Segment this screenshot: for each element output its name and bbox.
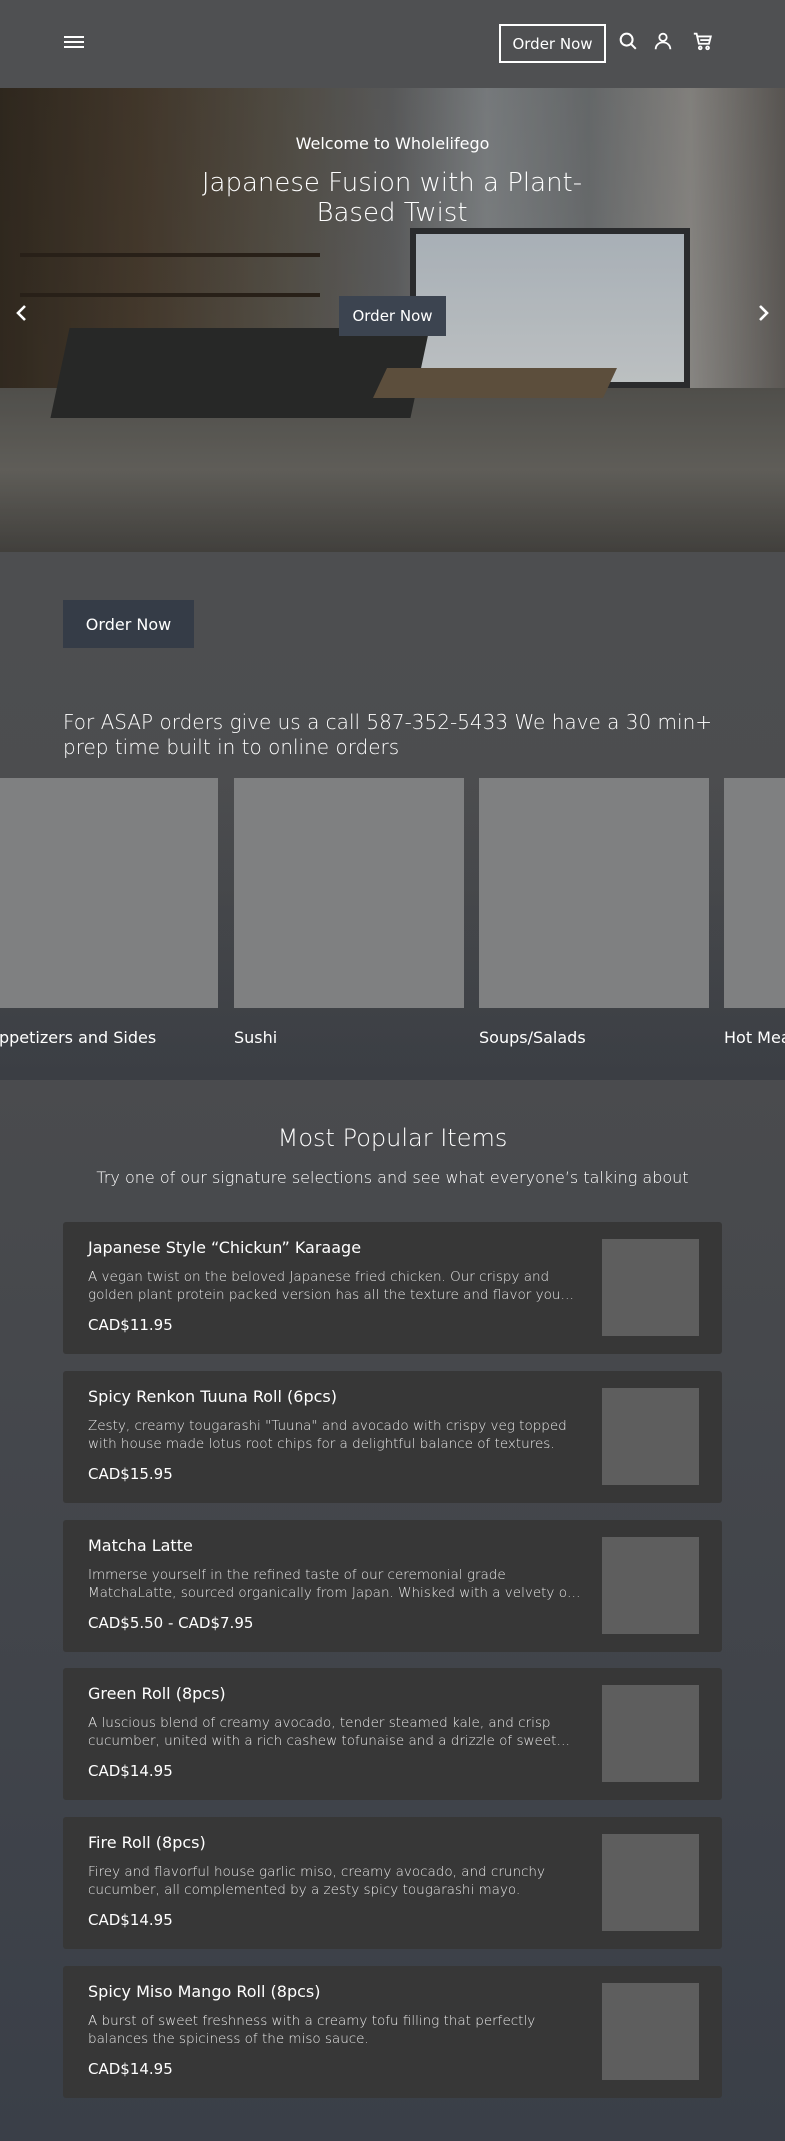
category-image-placeholder — [234, 778, 464, 1008]
category-label: Hot Meals — [724, 1028, 785, 1047]
item-price: CAD$14.95 — [88, 1762, 173, 1780]
item-description: Firey and flavorful house garlic miso, c… — [88, 1864, 545, 1898]
item-description: A luscious blend of creamy avocado, tend… — [88, 1715, 557, 1749]
item-price: CAD$14.95 — [88, 1911, 173, 1929]
order-now-button[interactable]: Order Now — [63, 600, 194, 648]
item-description: A vegan twist on the beloved Japanese fr… — [88, 1269, 561, 1303]
item-image-placeholder — [602, 1983, 699, 2080]
item-name: Fire Roll (8pcs) — [88, 1833, 206, 1852]
item-image-placeholder — [602, 1834, 699, 1931]
asap-call-notice: For ASAP orders give us a call 587-352-5… — [63, 710, 713, 759]
menu-icon[interactable] — [64, 34, 84, 50]
header-order-now-button[interactable]: Order Now — [499, 24, 606, 63]
category-carousel: Appetizers and Sides Sushi Soups/Salads … — [0, 778, 785, 1080]
chevron-right-icon[interactable] — [751, 301, 775, 325]
popular-item-card[interactable]: Spicy Miso Mango Roll (8pcs) A burst of … — [63, 1966, 722, 2098]
site-header: Order Now — [0, 0, 785, 88]
item-image-placeholder — [602, 1685, 699, 1782]
category-label: Sushi — [234, 1028, 278, 1047]
popular-item-card[interactable]: Green Roll (8pcs) A luscious blend of cr… — [63, 1668, 722, 1800]
item-price: CAD$15.95 — [88, 1465, 173, 1483]
item-description: A burst of sweet freshness with a creamy… — [88, 2013, 536, 2047]
item-price: CAD$11.95 — [88, 1316, 173, 1334]
item-price: CAD$14.95 — [88, 2060, 173, 2078]
category-card-soups-salads[interactable]: Soups/Salads — [479, 778, 709, 1058]
item-description: Zesty, creamy tougarashi "Tuuna" and avo… — [88, 1418, 567, 1452]
hero-order-now-button[interactable]: Order Now — [339, 296, 446, 336]
item-name: Matcha Latte — [88, 1536, 193, 1555]
item-name: Green Roll (8pcs) — [88, 1684, 226, 1703]
cart-icon[interactable] — [692, 30, 714, 52]
popular-item-card[interactable]: Matcha Latte Immerse yourself in the ref… — [63, 1520, 722, 1652]
item-price: CAD$5.50 - CAD$7.95 — [88, 1614, 254, 1632]
popular-item-card[interactable]: Fire Roll (8pcs) Firey and flavorful hou… — [63, 1817, 722, 1949]
search-icon[interactable] — [617, 30, 639, 52]
popular-item-card[interactable]: Spicy Renkon Tuuna Roll (6pcs) Zesty, cr… — [63, 1371, 722, 1503]
category-image-placeholder — [0, 778, 218, 1008]
user-icon[interactable] — [652, 30, 674, 52]
item-name: Spicy Miso Mango Roll (8pcs) — [88, 1982, 321, 2001]
category-card-appetizers[interactable]: Appetizers and Sides — [0, 778, 218, 1058]
item-name: Japanese Style “Chickun” Karaage — [88, 1238, 362, 1257]
hero-title: Japanese Fusion with a Plant-Based Twist — [201, 168, 583, 228]
item-name: Spicy Renkon Tuuna Roll (6pcs) — [88, 1387, 337, 1406]
popular-section-title: Most Popular Items — [277, 1124, 508, 1152]
item-image-placeholder — [602, 1388, 699, 1485]
category-label: Soups/Salads — [479, 1028, 586, 1047]
category-card-sushi[interactable]: Sushi — [234, 778, 464, 1058]
hero-welcome-text: Welcome to Wholelifego — [295, 134, 490, 153]
item-image-placeholder — [602, 1537, 699, 1634]
popular-section-subtitle: Try one of our signature selections and … — [96, 1168, 689, 1187]
item-description: Immerse yourself in the refined taste of… — [88, 1567, 581, 1601]
popular-item-card[interactable]: Japanese Style “Chickun” Karaage A vegan… — [63, 1222, 722, 1354]
category-label: Appetizers and Sides — [0, 1028, 157, 1047]
category-image-placeholder — [479, 778, 709, 1008]
category-card-hot-meals[interactable]: Hot Meals — [724, 778, 785, 1058]
item-image-placeholder — [602, 1239, 699, 1336]
hero-banner: Welcome to Wholelifego Japanese Fusion w… — [0, 88, 785, 552]
category-image-placeholder — [724, 778, 785, 1008]
chevron-left-icon[interactable] — [10, 301, 34, 325]
